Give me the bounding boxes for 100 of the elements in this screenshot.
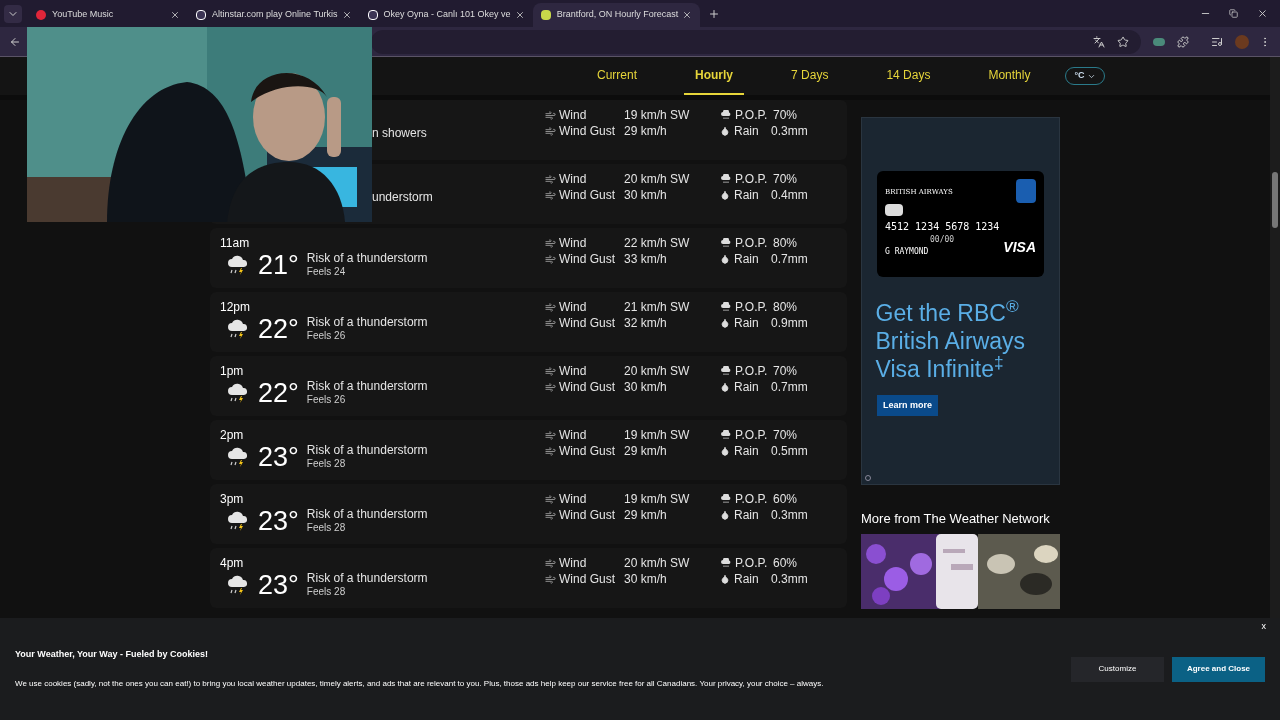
browser-tab[interactable]: Altinstar.com play Online Turkis: [188, 3, 360, 27]
raindrop-icon: [720, 254, 730, 264]
wind-icon: [545, 365, 556, 377]
close-icon[interactable]: [514, 10, 525, 20]
forecast-tab[interactable]: 7 Days: [780, 57, 840, 95]
wind-gust-icon: [545, 189, 556, 201]
extensions-icon[interactable]: [1177, 35, 1189, 48]
tab-title: YouTube Music: [52, 8, 115, 22]
rain-amount: 0.4mm: [771, 188, 808, 202]
wind-gust-speed: 29 km/h: [624, 444, 668, 458]
feels-like-text: Feels 26: [306, 330, 347, 343]
cookie-message: We use cookies (sadly, not the ones you can eat!) to bring you local weather updates, timely alerts, and ads that are relevant to you. Plus, those ads help keep our service free for all Canadians. Your privacy, your choice – always.: [15, 677, 825, 690]
agree-button[interactable]: Agree and Close: [1172, 656, 1265, 682]
media-controls-icon[interactable]: [1211, 35, 1223, 48]
pop-label: P.O.P.: [735, 364, 769, 378]
hour-label: 2pm: [220, 429, 244, 442]
wind-gust-label: Wind Gust: [559, 316, 616, 330]
wind-gust-speed: 30 km/h: [624, 188, 668, 202]
condition-text: Risk of a thunderstorm: [306, 251, 428, 267]
thunderstorm-icon: [226, 254, 250, 276]
hour-label: 4pm: [220, 557, 244, 570]
wind-speed: 19 km/h SW: [624, 492, 691, 506]
translate-icon[interactable]: [1093, 35, 1105, 48]
temperature: 22°: [258, 379, 299, 407]
feels-like-text: Feels 28: [306, 522, 347, 535]
rain-amount: 0.9mm: [771, 316, 808, 330]
tab-list-button[interactable]: [4, 4, 22, 23]
wind-label: Wind: [559, 236, 588, 250]
wind-icon: [545, 173, 556, 185]
wind-gust-icon: [545, 253, 556, 265]
wind-gust-icon: [545, 317, 556, 329]
browser-tab[interactable]: Brantford, ON Hourly Forecast: [532, 3, 701, 27]
thunderstorm-icon: [226, 510, 250, 532]
hour-label: 3pm: [220, 493, 244, 506]
thunderstorm-icon: [226, 318, 250, 340]
restore-icon[interactable]: [1229, 9, 1238, 18]
raindrop-icon: [720, 510, 730, 520]
wind-speed: 19 km/h SW: [624, 428, 691, 442]
feels-like-text: Feels 28: [306, 586, 347, 599]
raindrop-icon: [720, 382, 730, 392]
pop-label: P.O.P.: [735, 172, 769, 186]
hour-label: 11am: [220, 237, 250, 250]
wind-gust-speed: 29 km/h: [624, 508, 668, 522]
wind-label: Wind: [559, 556, 588, 570]
wind-gust-label: Wind Gust: [559, 188, 616, 202]
extension-icon[interactable]: [1153, 37, 1165, 46]
scrollbar-thumb[interactable]: [1272, 172, 1278, 228]
rain-cloud-icon: [720, 302, 732, 312]
browser-tab[interactable]: YouTube Music: [28, 3, 188, 27]
pop-label: P.O.P.: [735, 428, 769, 442]
close-icon[interactable]: [682, 10, 693, 20]
temperature: 22°: [258, 315, 299, 343]
bookmark-star-icon[interactable]: [1117, 35, 1129, 48]
rain-amount: 0.3mm: [771, 124, 808, 138]
raindrop-icon: [720, 318, 730, 328]
learn-more-button[interactable]: Learn more: [877, 395, 939, 416]
tab-title: Okey Oyna - Canlı 101 Okey ve: [383, 8, 511, 22]
rain-label: Rain: [734, 444, 760, 458]
wind-label: Wind: [559, 492, 588, 506]
raindrop-icon: [720, 574, 730, 584]
rain-label: Rain: [734, 252, 760, 266]
thunderstorm-icon: [226, 574, 250, 596]
site-logo-icon: [196, 10, 206, 20]
thunderstorm-icon: [226, 382, 250, 404]
wind-gust-icon: [545, 381, 556, 393]
forecast-tab[interactable]: Current: [586, 57, 648, 95]
new-tab-icon[interactable]: [708, 7, 721, 20]
wind-speed: 21 km/h SW: [624, 300, 691, 314]
pop-value: 70%: [773, 172, 798, 186]
customize-button[interactable]: Customize: [1071, 656, 1164, 682]
wind-gust-icon: [545, 573, 556, 585]
rain-cloud-icon: [720, 366, 732, 376]
rain-amount: 0.7mm: [771, 252, 808, 266]
tab-title: Brantford, ON Hourly Forecast: [556, 8, 679, 22]
close-button[interactable]: x: [1261, 620, 1266, 634]
rain-label: Rain: [734, 508, 760, 522]
forecast-tab[interactable]: Monthly: [977, 57, 1042, 95]
wind-gust-icon: [545, 445, 556, 457]
forecast-tab[interactable]: 14 Days: [875, 57, 942, 95]
back-icon[interactable]: [9, 35, 21, 48]
rain-amount: 0.5mm: [771, 444, 808, 458]
close-icon[interactable]: [341, 10, 352, 20]
browser-tab[interactable]: Okey Oyna - Canlı 101 Okey ve: [359, 3, 533, 27]
rain-label: Rain: [734, 380, 760, 394]
pop-value: 80%: [773, 236, 798, 250]
wind-gust-label: Wind Gust: [559, 124, 616, 138]
condition-text: n showers: [372, 126, 427, 140]
rain-cloud-icon: [720, 558, 732, 568]
wind-icon: [545, 429, 556, 441]
card-number: 4512 1234 5678 1234: [885, 220, 1001, 234]
condition-text: Risk of a thunderstorm: [306, 315, 428, 331]
wind-gust-speed: 32 km/h: [624, 316, 668, 330]
ad-headline: Get the RBC$^{®}$ British Airways Visa Infinite$^{‡}$: [875, 299, 1027, 383]
wind-gust-label: Wind Gust: [559, 572, 616, 586]
wind-speed: 20 km/h SW: [624, 556, 691, 570]
close-icon[interactable]: [170, 10, 180, 20]
rain-cloud-icon: [720, 110, 732, 120]
wind-gust-label: Wind Gust: [559, 444, 616, 458]
rain-amount: 0.3mm: [771, 572, 808, 586]
close-icon[interactable]: [1257, 8, 1268, 19]
